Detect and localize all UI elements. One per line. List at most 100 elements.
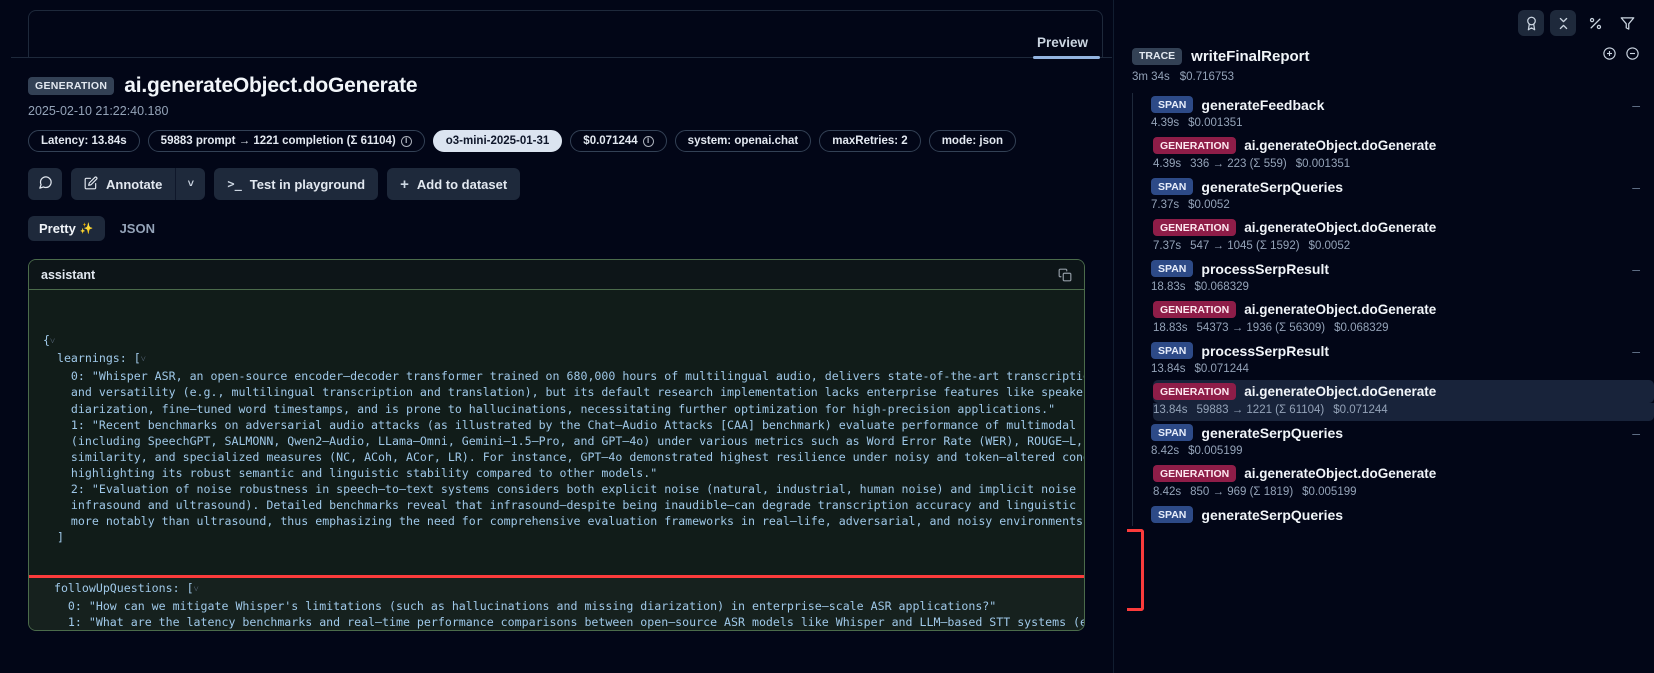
collapse-node-icon[interactable]: – [1632,100,1640,110]
json-line: {˅ [29,332,1084,350]
trace-node[interactable]: SPANprocessSerpResult–18.83s$0.068329 [1132,257,1654,298]
trace-cost: $0.716753 [1180,71,1234,83]
trace-node-meta: 4.39s336 → 223 (Σ 559)$0.001351 [1153,157,1654,175]
toggle-pretty[interactable]: Pretty ✨ [28,216,105,241]
trace-node-row[interactable]: GENERATIONai.generateObject.doGenerate [1153,216,1654,239]
chevron-down-icon[interactable]: ˅ [50,337,55,347]
chip-latency[interactable]: Latency: 13.84s [28,130,140,152]
trace-node[interactable]: SPANgenerateSerpQueries–7.37s$0.0052 [1132,175,1654,216]
trace-node-meta: 7.37s547 → 1045 (Σ 1592)$0.0052 [1153,239,1654,257]
tab-preview[interactable]: Preview [1023,35,1102,58]
chip-system[interactable]: system: openai.chat [675,130,812,152]
minus-circle-icon[interactable] [1625,46,1640,66]
trace-node[interactable]: SPANprocessSerpResult–13.84s$0.071244 [1132,339,1654,380]
trace-node-name: generateSerpQueries [1201,425,1343,441]
chevron-down-icon[interactable]: ˅ [141,355,146,365]
trace-node[interactable]: GENERATIONai.generateObject.doGenerate7.… [1132,216,1654,257]
tab-preview-label: Preview [1037,35,1088,50]
trace-node-row[interactable]: SPANprocessSerpResult– [1151,257,1654,280]
span-badge: SPAN [1151,342,1193,359]
trace-node[interactable]: GENERATIONai.generateObject.doGenerate8.… [1132,462,1654,503]
trace-node-row[interactable]: SPANgenerateSerpQueries– [1151,175,1654,198]
trace-node-row[interactable]: SPANgenerateSerpQueries– [1151,421,1654,444]
trace-node[interactable]: GENERATIONai.generateObject.doGenerate13… [1132,380,1654,421]
percent-icon[interactable] [1582,10,1608,36]
chip-model-label: o3-mini-2025-01-31 [446,135,550,147]
comment-icon [38,175,53,193]
comment-button[interactable] [28,168,62,200]
collapse-node-icon[interactable]: – [1632,264,1640,274]
plus-icon: + [400,177,409,192]
trace-node[interactable]: GENERATIONai.generateObject.doGenerate4.… [1132,134,1654,175]
trace-node[interactable]: GENERATIONai.generateObject.doGenerate18… [1132,298,1654,339]
trace-node[interactable]: SPANgenerateFeedback–4.39s$0.001351 [1132,93,1654,134]
collapse-icon[interactable] [1550,10,1576,36]
info-icon[interactable] [401,136,412,147]
collapse-node-icon[interactable]: – [1632,182,1640,192]
span-badge: SPAN [1151,506,1193,523]
trace-node-row[interactable]: GENERATIONai.generateObject.doGenerate [1153,298,1654,321]
trace-node-name: generateSerpQueries [1201,179,1343,195]
trace-node-row[interactable]: SPANgenerateSerpQueries [1151,503,1654,526]
annotate-button-group: Annotate ˅ [71,168,205,200]
collapse-node-icon[interactable]: – [1632,346,1640,356]
chip-maxretries-label: maxRetries: 2 [832,135,907,147]
chip-cost[interactable]: $0.071244 [570,130,666,152]
trace-badge: TRACE [1132,48,1182,65]
trace-node[interactable]: SPANgenerateSerpQueries [1132,503,1654,526]
trace-node-duration: 4.39s [1153,158,1181,170]
test-in-playground-label: Test in playground [250,177,365,192]
chip-latency-label: Latency: 13.84s [41,135,127,147]
trace-node-duration: 18.83s [1153,322,1188,334]
test-in-playground-button[interactable]: >_ Test in playground [214,168,378,200]
trace-node-cost: $0.0052 [1309,240,1351,252]
json-lines-top: {˅ learnings: [˅ 0: "Whisper ASR, an ope… [29,332,1084,545]
filter-icon[interactable] [1614,10,1640,36]
annotate-button[interactable]: Annotate [71,168,175,200]
trace-node-duration: 8.42s [1153,486,1181,498]
json-line: learnings: [˅ [29,350,1084,368]
add-to-dataset-button[interactable]: + Add to dataset [387,168,520,200]
trace-node-name: processSerpResult [1201,343,1329,359]
json-output-body[interactable]: {˅ learnings: [˅ 0: "Whisper ASR, an ope… [29,290,1084,631]
observation-timestamp: 2025-02-10 21:22:40.180 [28,104,1085,118]
metadata-chip-list: Latency: 13.84s 59883 prompt → 1221 comp… [28,130,1085,152]
generation-badge: GENERATION [1153,383,1236,400]
trace-node-row[interactable]: SPAN processSerpResult – [1151,339,1654,362]
trace-node-cost: $0.071244 [1195,363,1249,375]
chip-mode[interactable]: mode: json [929,130,1016,152]
json-line: followUpQuestions: [˅ [29,580,1084,598]
trace-root-header[interactable]: TRACE writeFinalReport 3m 34s $0.716753 [1114,46,1654,83]
trace-node-duration: 13.84s [1153,404,1188,416]
json-line: highlighting its robust semantic and lin… [29,465,1084,481]
chip-model[interactable]: o3-mini-2025-01-31 [433,130,563,152]
copy-icon[interactable] [1058,268,1072,282]
trace-node-meta: 7.37s$0.0052 [1151,198,1654,216]
trace-node-row[interactable]: GENERATIONai.generateObject.doGenerate [1153,380,1654,403]
trace-node-row[interactable]: SPANgenerateFeedback– [1151,93,1654,116]
app-root: Preview GENERATION ai.generateObject.doG… [0,0,1654,673]
info-icon[interactable] [643,136,654,147]
chevron-down-icon[interactable]: ˅ [194,585,199,595]
trace-node-cost: $0.0052 [1188,199,1230,211]
chip-tokens[interactable]: 59883 prompt → 1221 completion (Σ 61104) [148,130,425,152]
trace-node-row[interactable]: GENERATIONai.generateObject.doGenerate [1153,134,1654,157]
trace-node-name: processSerpResult [1201,261,1329,277]
trace-node-duration: 18.83s [1151,281,1186,293]
annotate-dropdown-button[interactable]: ˅ [175,168,205,200]
chip-maxretries[interactable]: maxRetries: 2 [819,130,920,152]
observation-header: GENERATION ai.generateObject.doGenerate … [0,58,1113,241]
trace-node[interactable]: SPANgenerateSerpQueries–8.42s$0.005199 [1132,421,1654,462]
trace-name: writeFinalReport [1191,48,1309,65]
generation-badge: GENERATION [1153,137,1236,154]
trace-node-row[interactable]: GENERATIONai.generateObject.doGenerate [1153,462,1654,485]
toggle-json[interactable]: JSON [109,216,166,241]
observation-title-row: GENERATION ai.generateObject.doGenerate [28,74,1085,98]
award-icon[interactable] [1518,10,1544,36]
trace-node-duration: 4.39s [1151,117,1179,129]
plus-circle-icon[interactable] [1602,46,1617,66]
terminal-icon: >_ [227,177,241,191]
trace-node-duration: 7.37s [1153,240,1181,252]
collapse-node-icon[interactable]: – [1632,428,1640,438]
message-role-label: assistant [41,268,95,282]
